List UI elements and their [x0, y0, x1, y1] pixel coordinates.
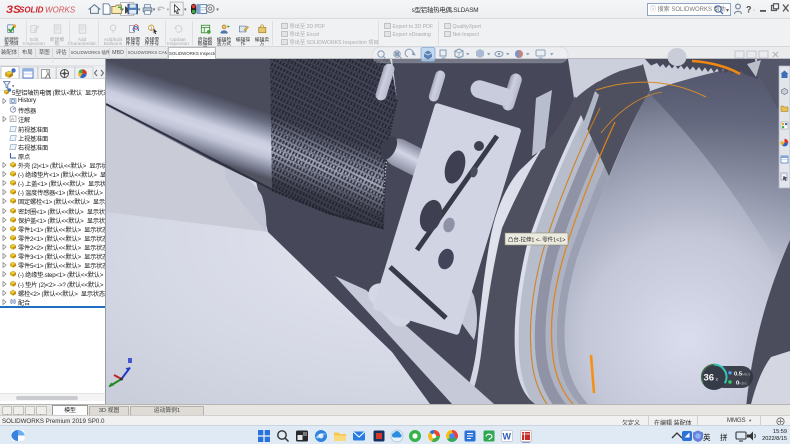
svg-text:36: 36 — [704, 373, 715, 384]
svg-text:▾: ▾ — [153, 7, 156, 13]
svg-text:▾: ▾ — [216, 7, 219, 13]
svg-text:·: · — [753, 7, 755, 14]
svg-text:?: ? — [746, 5, 752, 15]
svg-text:▾: ▾ — [167, 7, 170, 13]
svg-text:W: W — [503, 432, 512, 442]
svg-text:▾: ▾ — [138, 7, 141, 13]
svg-text:1: 1 — [149, 25, 152, 30]
svg-text:▾: ▾ — [121, 7, 124, 13]
svg-text:凸台-拉伸1 <- 零件1<1>: 凸台-拉伸1 <- 零件1<1> — [508, 236, 565, 244]
svg-text:A: A — [11, 117, 14, 122]
svg-text:▾: ▾ — [726, 8, 729, 14]
svg-text:▾: ▾ — [184, 7, 187, 13]
